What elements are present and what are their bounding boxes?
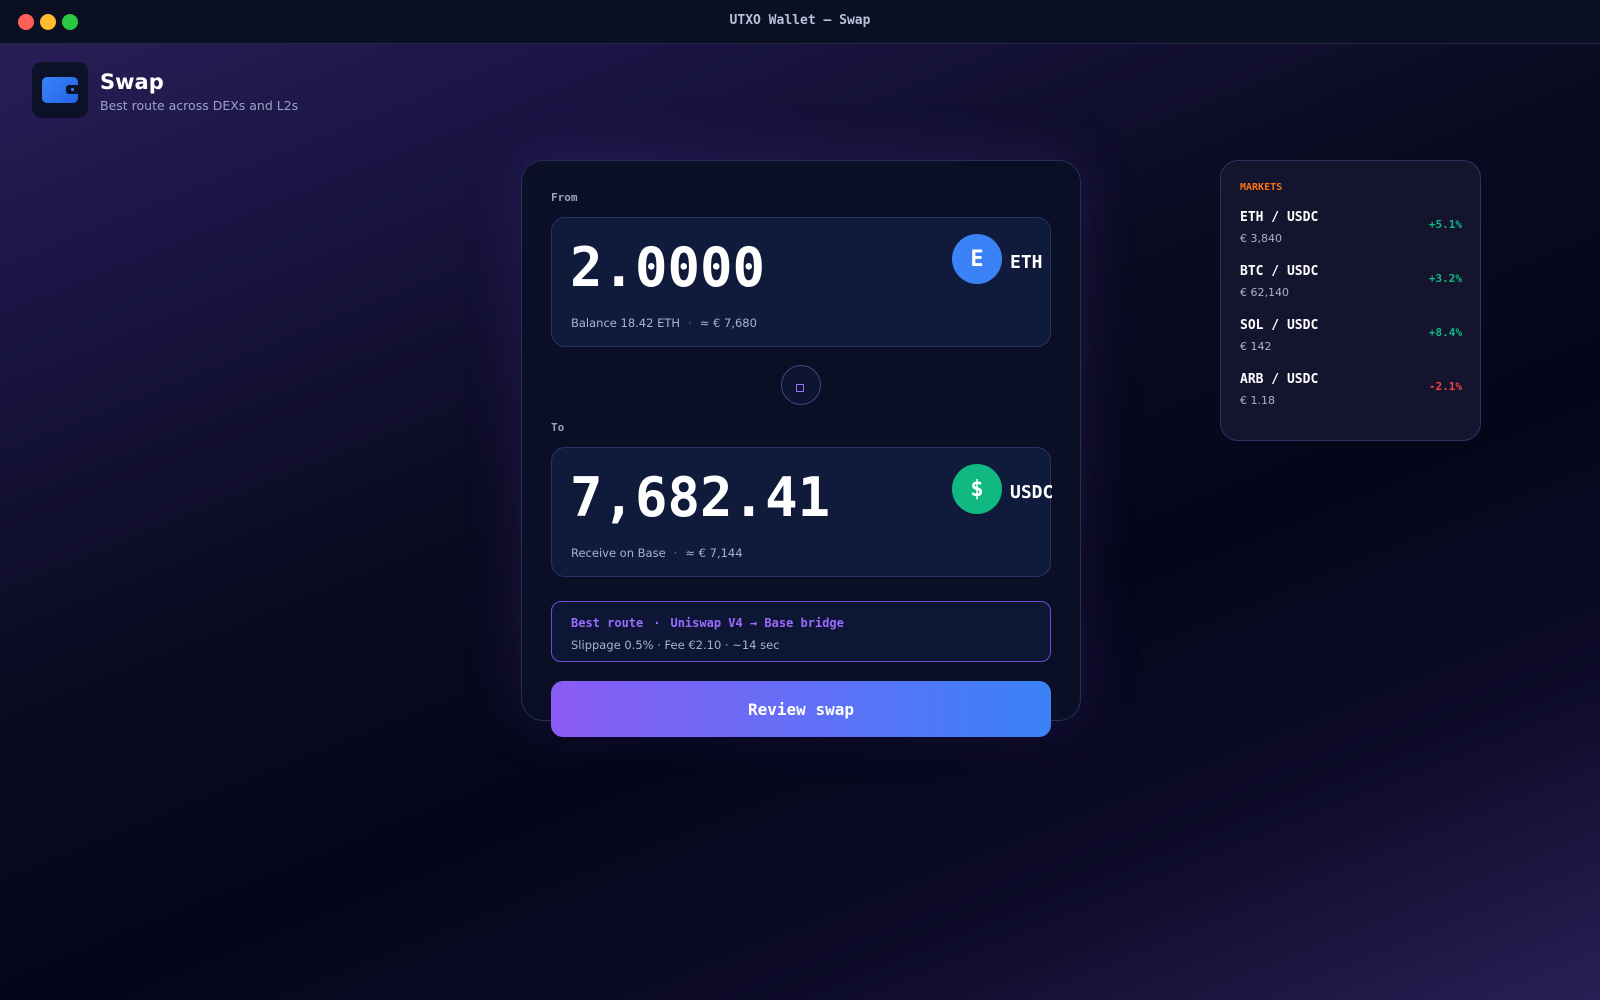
- market-row-arb[interactable]: ARB / USDC € 1.18 -2.1%: [1240, 372, 1462, 416]
- window-title: UTXO Wallet — Swap: [729, 13, 871, 28]
- to-token-box: $ USDC Receive on Base · ≈ € 7,144: [551, 447, 1053, 577]
- from-token-box: E ETH Balance 18.42 ETH · ≈ € 7,680: [551, 217, 1051, 347]
- market-price: € 62,140: [1240, 286, 1289, 299]
- market-row-eth[interactable]: ETH / USDC € 3,840 +5.1%: [1240, 210, 1462, 254]
- usdc-token-icon[interactable]: $: [952, 464, 1002, 514]
- to-label: To: [551, 421, 565, 434]
- from-separator: ·: [688, 316, 692, 330]
- receive-network: Receive on Base: [571, 546, 666, 560]
- from-balance: Balance 18.42 ETH: [571, 316, 681, 330]
- route-title: Best route · Uniswap V4 → Base bridge: [571, 616, 844, 630]
- markets-title: MARKETS: [1240, 182, 1283, 193]
- route-path: Uniswap V4 → Base bridge: [670, 616, 844, 630]
- title-bar: UTXO Wallet — Swap: [0, 0, 1600, 44]
- from-label: From: [551, 191, 578, 204]
- market-pair: ARB / USDC: [1240, 372, 1319, 387]
- swap-card: From E ETH Balance 18.42 ETH · ≈ € 7,680 T…: [521, 160, 1081, 737]
- eth-token-icon[interactable]: E: [952, 234, 1002, 284]
- market-change: -2.1%: [1428, 380, 1462, 393]
- route-details: Slippage 0.5% · Fee €2.10 · ~14 sec: [571, 638, 780, 652]
- swap-arrows-icon: [796, 384, 804, 392]
- market-change: +3.2%: [1428, 272, 1462, 285]
- market-pair: SOL / USDC: [1240, 318, 1319, 333]
- market-price: € 142: [1240, 340, 1272, 353]
- route-separator: ·: [653, 616, 661, 630]
- wallet-logo: [32, 62, 88, 118]
- best-route-label: Best route: [571, 616, 644, 630]
- from-token-selector[interactable]: ETH: [1010, 252, 1043, 273]
- market-pair: BTC / USDC: [1240, 264, 1319, 279]
- market-row-sol[interactable]: SOL / USDC € 142 +8.4%: [1240, 318, 1462, 362]
- route-info[interactable]: Best route · Uniswap V4 → Base bridge Slip…: [551, 601, 1051, 662]
- market-price: € 3,840: [1240, 232, 1282, 245]
- from-balance-row: Balance 18.42 ETH · ≈ € 7,680: [571, 316, 757, 330]
- to-fiat-value: ≈ € 7,144: [685, 546, 743, 560]
- from-fiat-value: ≈ € 7,680: [699, 316, 757, 330]
- market-pair: ETH / USDC: [1240, 210, 1319, 225]
- review-swap-button[interactable]: Review swap: [551, 681, 1051, 737]
- from-amount-input[interactable]: [570, 232, 930, 302]
- market-change: +5.1%: [1428, 218, 1462, 231]
- page-subtitle: Best route across DEXs and L2s: [100, 98, 299, 113]
- market-row-btc[interactable]: BTC / USDC € 62,140 +3.2%: [1240, 264, 1462, 308]
- markets-panel: MARKETS ETH / USDC € 3,840 +5.1% BTC / U…: [1220, 160, 1481, 441]
- to-separator: ·: [673, 546, 678, 560]
- to-network-row: Receive on Base · ≈ € 7,144: [571, 546, 743, 560]
- swap-direction-button[interactable]: [781, 365, 821, 405]
- to-amount-input[interactable]: [570, 462, 930, 532]
- to-token-selector[interactable]: USDC: [1010, 482, 1053, 503]
- wallet-icon: [42, 77, 80, 103]
- market-change: +8.4%: [1428, 326, 1462, 339]
- page-title: Swap: [100, 70, 164, 94]
- market-price: € 1.18: [1240, 394, 1275, 407]
